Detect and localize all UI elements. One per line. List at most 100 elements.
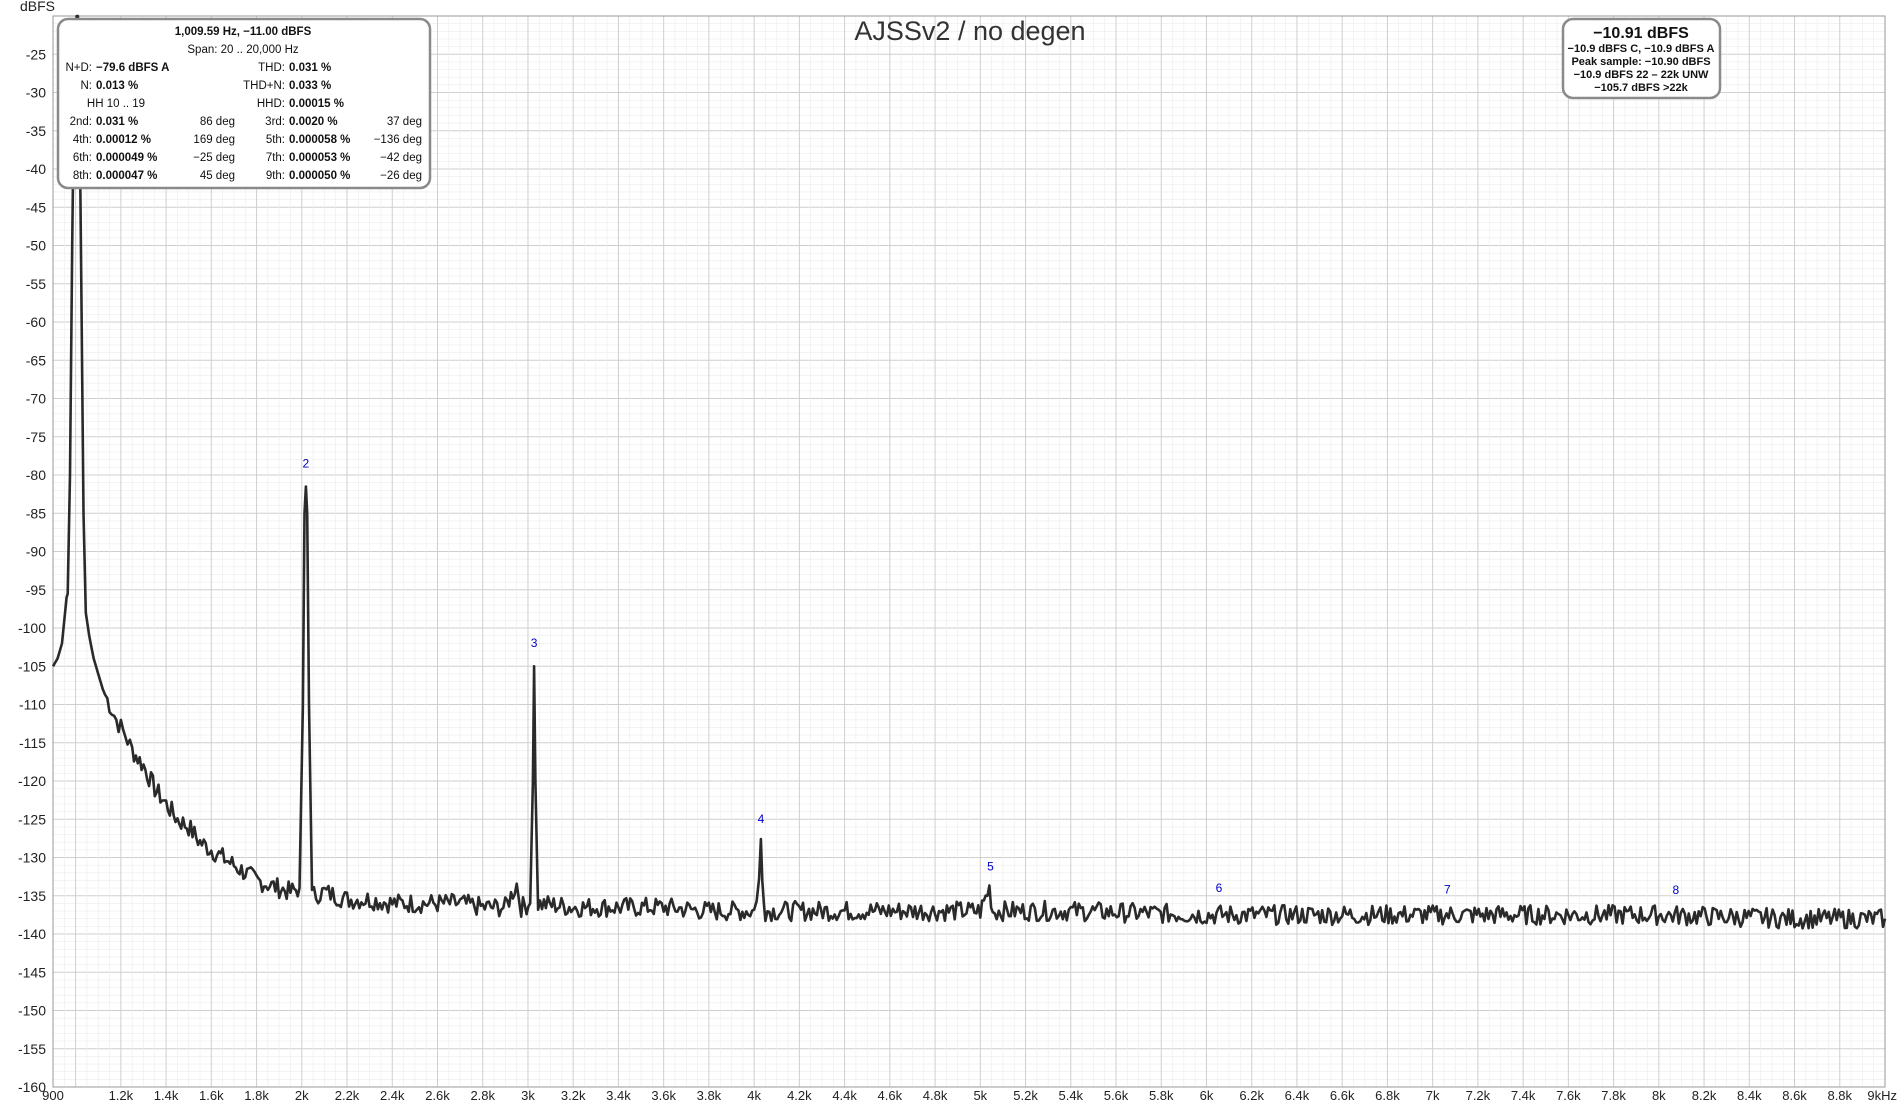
x-tick-label: 6.4k xyxy=(1285,1088,1310,1103)
harmonic-label-cell: 4th: xyxy=(73,134,92,146)
x-tick-label: 4.6k xyxy=(878,1088,903,1103)
level-line-3: −10.9 dBFS 22 – 22k UNW xyxy=(1574,69,1709,81)
level-line-4: −105.7 dBFS >22k xyxy=(1594,82,1688,94)
y-tick-label: -145 xyxy=(18,964,46,980)
x-tick-label: 5.8k xyxy=(1149,1088,1174,1103)
y-tick-label: -150 xyxy=(18,1003,46,1019)
x-tick-label: 5.6k xyxy=(1104,1088,1129,1103)
thd-label: THD: xyxy=(258,62,285,74)
harmonic-label: 4 xyxy=(758,812,765,826)
x-tick-label: 6k xyxy=(1200,1088,1214,1103)
stats-span: Span: 20 .. 20,000 Hz xyxy=(187,44,298,56)
y-tick-label: -30 xyxy=(26,85,46,101)
y-tick-label: -70 xyxy=(26,391,46,407)
n-label: N: xyxy=(81,80,93,92)
x-tick-label: 5k xyxy=(973,1088,987,1103)
y-tick-label: -35 xyxy=(26,123,46,139)
harmonic-label: 3 xyxy=(531,636,538,650)
harmonic-value-cell: 0.000047 % xyxy=(96,170,157,182)
x-tick-label: 4k xyxy=(747,1088,761,1103)
harmonic-label-cell: 8th: xyxy=(73,170,92,182)
harmonic-phase-cell: 86 deg xyxy=(200,116,235,128)
x-tick-label: 2.8k xyxy=(470,1088,495,1103)
x-tick-label: 3.8k xyxy=(697,1088,722,1103)
x-tick-label: 2.4k xyxy=(380,1088,405,1103)
x-tick-label: 3.6k xyxy=(651,1088,676,1103)
n-value: 0.013 % xyxy=(96,80,138,92)
x-tick-label: 3k xyxy=(521,1088,535,1103)
x-tick-label: 2.2k xyxy=(335,1088,360,1103)
level-line-1: −10.9 dBFS C, −10.9 dBFS A xyxy=(1568,43,1715,55)
harmonic-value-cell: 0.000049 % xyxy=(96,152,157,164)
harmonic-label-cell: 2nd: xyxy=(70,116,92,128)
harmonic-phase-cell: −42 deg xyxy=(380,152,422,164)
harmonic-phase-cell: 169 deg xyxy=(193,134,235,146)
harmonic-value-cell: 0.00012 % xyxy=(96,134,151,146)
harmonic-value-cell: 0.031 % xyxy=(96,116,138,128)
x-tick-label: 3.4k xyxy=(606,1088,631,1103)
x-tick-label: 2k xyxy=(295,1088,309,1103)
y-tick-label: -135 xyxy=(18,888,46,904)
hhd-label: HHD: xyxy=(257,98,285,110)
harmonic-phase-cell: −25 deg xyxy=(193,152,235,164)
x-tick-label: 1.8k xyxy=(244,1088,269,1103)
hh-label: HH 10 .. 19 xyxy=(87,98,145,110)
y-tick-label: -105 xyxy=(18,658,46,674)
x-tick-label: 5.2k xyxy=(1013,1088,1038,1103)
hhd-value: 0.00015 % xyxy=(289,98,344,110)
harmonic-value-cell: 0.0020 % xyxy=(289,116,338,128)
x-tick-label: 4.8k xyxy=(923,1088,948,1103)
nd-value: −79.6 dBFS A xyxy=(96,62,169,74)
y-tick-label: -100 xyxy=(18,620,46,636)
y-axis-label: dBFS xyxy=(20,0,55,14)
harmonic-phase-cell: 45 deg xyxy=(200,170,235,182)
x-tick-label: 7.2k xyxy=(1466,1088,1491,1103)
x-tick-label: 7.4k xyxy=(1511,1088,1536,1103)
x-tick-label: 8.6k xyxy=(1782,1088,1807,1103)
y-tick-label: -65 xyxy=(26,352,46,368)
harmonic-label: 2 xyxy=(303,456,310,470)
spectrum-chart: -25 -30 -35 -40 -45 -50 -55 -60 -65 -70 -75 -80 -85 -… xyxy=(18,0,1897,1103)
x-tick-label: 6.2k xyxy=(1239,1088,1264,1103)
harmonic-label: 6 xyxy=(1216,881,1223,895)
harmonic-label: 8 xyxy=(1672,883,1679,897)
y-tick-label: -45 xyxy=(26,199,46,215)
x-tick-label: 8.2k xyxy=(1692,1088,1717,1103)
harmonic-value-cell: 0.000053 % xyxy=(289,152,350,164)
y-tick-label: -25 xyxy=(26,46,46,62)
y-tick-label: -120 xyxy=(18,773,46,789)
y-tick-label: -125 xyxy=(18,811,46,827)
x-tick-label: 2.6k xyxy=(425,1088,450,1103)
harmonic-label: 5 xyxy=(987,860,994,874)
y-tick-label: -40 xyxy=(26,161,46,177)
x-tick-label: 7.6k xyxy=(1556,1088,1581,1103)
harmonic-value-cell: 0.000050 % xyxy=(289,170,350,182)
y-tick-label: -55 xyxy=(26,276,46,292)
x-tick-label: 8.4k xyxy=(1737,1088,1762,1103)
level-box: −10.91 dBFS −10.9 dBFS C, −10.9 dBFS A P… xyxy=(1561,17,1722,100)
stats-box: 1,009.59 Hz, −11.00 dBFS Span: 20 .. 20,… xyxy=(56,17,432,190)
x-tick-label: 8.8k xyxy=(1827,1088,1852,1103)
y-tick-label: -85 xyxy=(26,505,46,521)
y-tick-label: -95 xyxy=(26,582,46,598)
stats-freq-level: 1,009.59 Hz, −11.00 dBFS xyxy=(175,26,312,38)
y-tick-label: -80 xyxy=(26,467,46,483)
harmonic-label-cell: 7th: xyxy=(266,152,285,164)
x-tick-label: 1.2k xyxy=(109,1088,134,1103)
harmonic-label-cell: 3rd: xyxy=(265,116,285,128)
y-tick-label: -140 xyxy=(18,926,46,942)
x-tick-label: 900 xyxy=(42,1088,64,1103)
x-tick-label: 4.4k xyxy=(832,1088,857,1103)
level-line-2: Peak sample: −10.90 dBFS xyxy=(1571,56,1710,68)
chart-stage: -25 -30 -35 -40 -45 -50 -55 -60 -65 -70 -75 -80 -85 -… xyxy=(0,0,1900,1103)
y-tick-label: -75 xyxy=(26,429,46,445)
level-main: −10.91 dBFS xyxy=(1593,25,1689,42)
x-tick-label: 1.4k xyxy=(154,1088,179,1103)
harmonic-label-cell: 6th: xyxy=(73,152,92,164)
y-tick-label: -130 xyxy=(18,850,46,866)
thd-value: 0.031 % xyxy=(289,62,331,74)
harmonic-phase-cell: −136 deg xyxy=(374,134,422,146)
nd-label: N+D: xyxy=(65,62,92,74)
x-tick-label: 9kHz xyxy=(1867,1088,1897,1103)
y-tick-label: -60 xyxy=(26,314,46,330)
